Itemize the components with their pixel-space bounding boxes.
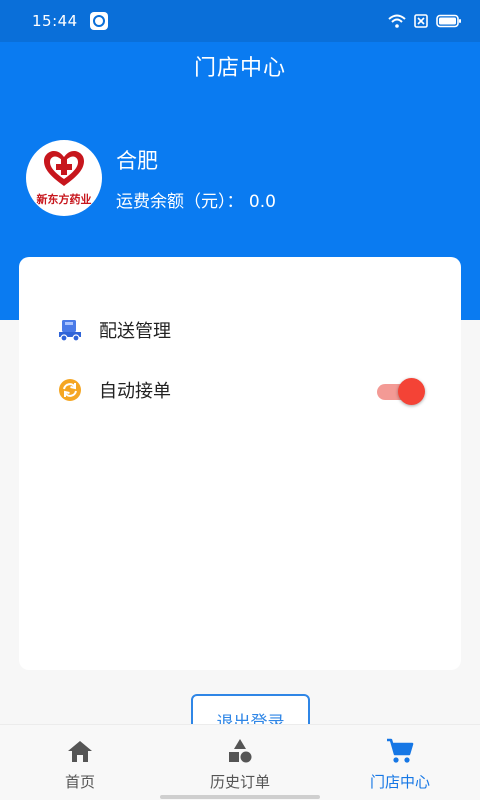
status-icons	[388, 14, 462, 28]
status-bar: 15:44	[0, 0, 480, 42]
menu-item-auto-accept: 自动接单	[57, 377, 171, 403]
menu-card: 配送管理 自动接单	[19, 257, 461, 670]
battery-icon	[436, 14, 461, 28]
tab-label: 门店中心	[369, 773, 430, 791]
sim-icon	[414, 14, 428, 28]
auto-accept-toggle[interactable]	[375, 376, 425, 406]
menu-item-delivery-management[interactable]: 配送管理	[57, 317, 171, 343]
balance-row: 运费余额（元）： 0.0	[116, 187, 276, 212]
toggle-thumb	[398, 378, 425, 405]
app-icon	[89, 12, 108, 30]
tab-history-orders[interactable]: 历史订单	[160, 725, 320, 800]
home-indicator	[160, 795, 320, 799]
menu-item-label: 自动接单	[99, 381, 171, 402]
heart-cross-logo-icon	[44, 151, 84, 186]
store-name: 合肥	[116, 148, 158, 173]
shapes-icon	[226, 737, 254, 765]
tab-label: 首页	[64, 773, 95, 791]
refresh-icon	[57, 377, 83, 403]
logo-text: 新东方药业	[36, 193, 92, 206]
home-icon	[66, 737, 94, 765]
tab-label: 历史订单	[209, 773, 270, 791]
profile-info: 合肥 运费余额（元）： 0.0	[116, 145, 276, 212]
tab-store-center[interactable]: 门店中心	[320, 725, 480, 800]
store-profile: 新东方药业 合肥 运费余额（元）： 0.0	[26, 140, 276, 216]
balance-value: 0.0	[248, 191, 276, 212]
wifi-icon	[388, 14, 406, 28]
tab-home[interactable]: 首页	[0, 725, 160, 800]
delivery-truck-icon	[57, 317, 83, 343]
store-logo: 新东方药业	[26, 140, 102, 216]
balance-label: 运费余额（元）：	[116, 191, 244, 212]
status-time: 15:44	[32, 12, 78, 30]
menu-item-label: 配送管理	[99, 321, 171, 342]
bottom-tab-bar: 首页 历史订单 门店中心	[0, 724, 480, 800]
cart-icon	[386, 737, 414, 765]
page-title: 门店中心	[193, 56, 286, 81]
